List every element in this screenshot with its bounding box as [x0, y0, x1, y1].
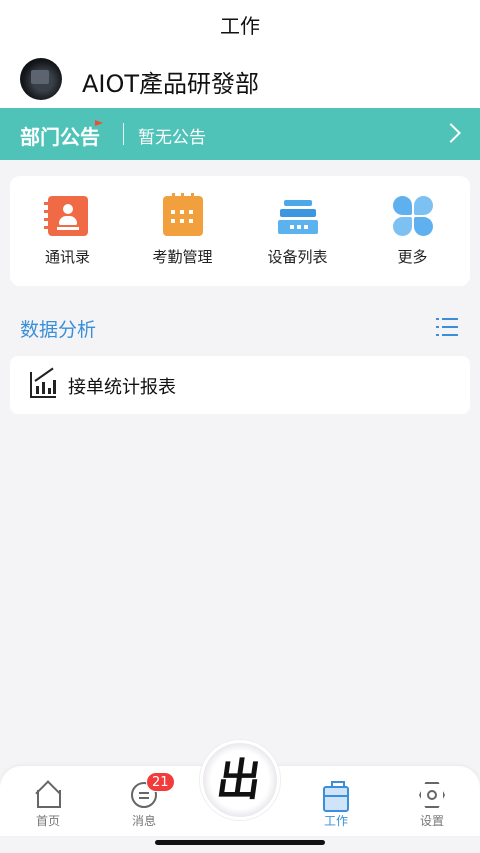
home-icon: [35, 782, 61, 808]
grid-item-label: 更多: [397, 248, 428, 266]
tab-label: 工作: [323, 814, 348, 828]
center-logo-button[interactable]: 出: [200, 740, 280, 820]
unread-badge: 21: [146, 772, 175, 792]
grid-item-label: 考勤管理: [152, 248, 213, 266]
home-indicator[interactable]: [155, 840, 325, 845]
tab-label: 首页: [35, 814, 60, 828]
divider: [123, 123, 124, 145]
four-petal-grid-icon: [392, 196, 433, 236]
grid-item-label: 通讯录: [44, 248, 90, 266]
grid-item-contacts[interactable]: 通讯录: [10, 196, 125, 267]
announcement-text: 暂无公告: [138, 128, 206, 148]
top-header: 工作 AIOT產品研發部: [0, 0, 480, 108]
device-stack-icon: [277, 196, 318, 236]
grid-item-devices[interactable]: 设备列表: [240, 196, 355, 267]
tab-work[interactable]: 工作: [296, 781, 376, 829]
grid-item-attendance[interactable]: 考勤管理: [125, 193, 240, 267]
grid-item-label: 设备列表: [267, 248, 328, 266]
report-item-label: 接单统计报表: [68, 377, 176, 398]
avatar-image: [31, 70, 49, 84]
chevron-right-icon[interactable]: [441, 123, 461, 143]
tab-settings[interactable]: 设置: [392, 782, 472, 829]
calendar-icon: [162, 193, 203, 236]
tab-home[interactable]: 首页: [8, 782, 88, 829]
list-view-icon[interactable]: [436, 318, 458, 336]
grid-item-more[interactable]: 更多: [355, 196, 470, 267]
settings-hexagon-icon: [419, 782, 445, 808]
line-chart-icon: [30, 367, 56, 398]
tab-label: 设置: [419, 814, 444, 828]
section-title: 数据分析: [20, 319, 97, 341]
announcement-bar[interactable]: 部门公告 暂无公告: [0, 108, 480, 160]
org-name[interactable]: AIOT產品研發部: [82, 64, 259, 99]
avatar[interactable]: [20, 58, 62, 100]
page-title: 工作: [220, 14, 260, 38]
app-grid: 通讯录 考勤管理 设备列表 更多: [10, 176, 470, 286]
contacts-book-icon: [43, 196, 88, 236]
announcement-label: 部门公告: [20, 125, 100, 149]
tab-label: 消息: [131, 814, 156, 828]
briefcase-icon: [323, 781, 349, 812]
report-item[interactable]: 接单统计报表: [10, 356, 470, 414]
logo-calligraphy-mark: 出: [213, 755, 265, 806]
